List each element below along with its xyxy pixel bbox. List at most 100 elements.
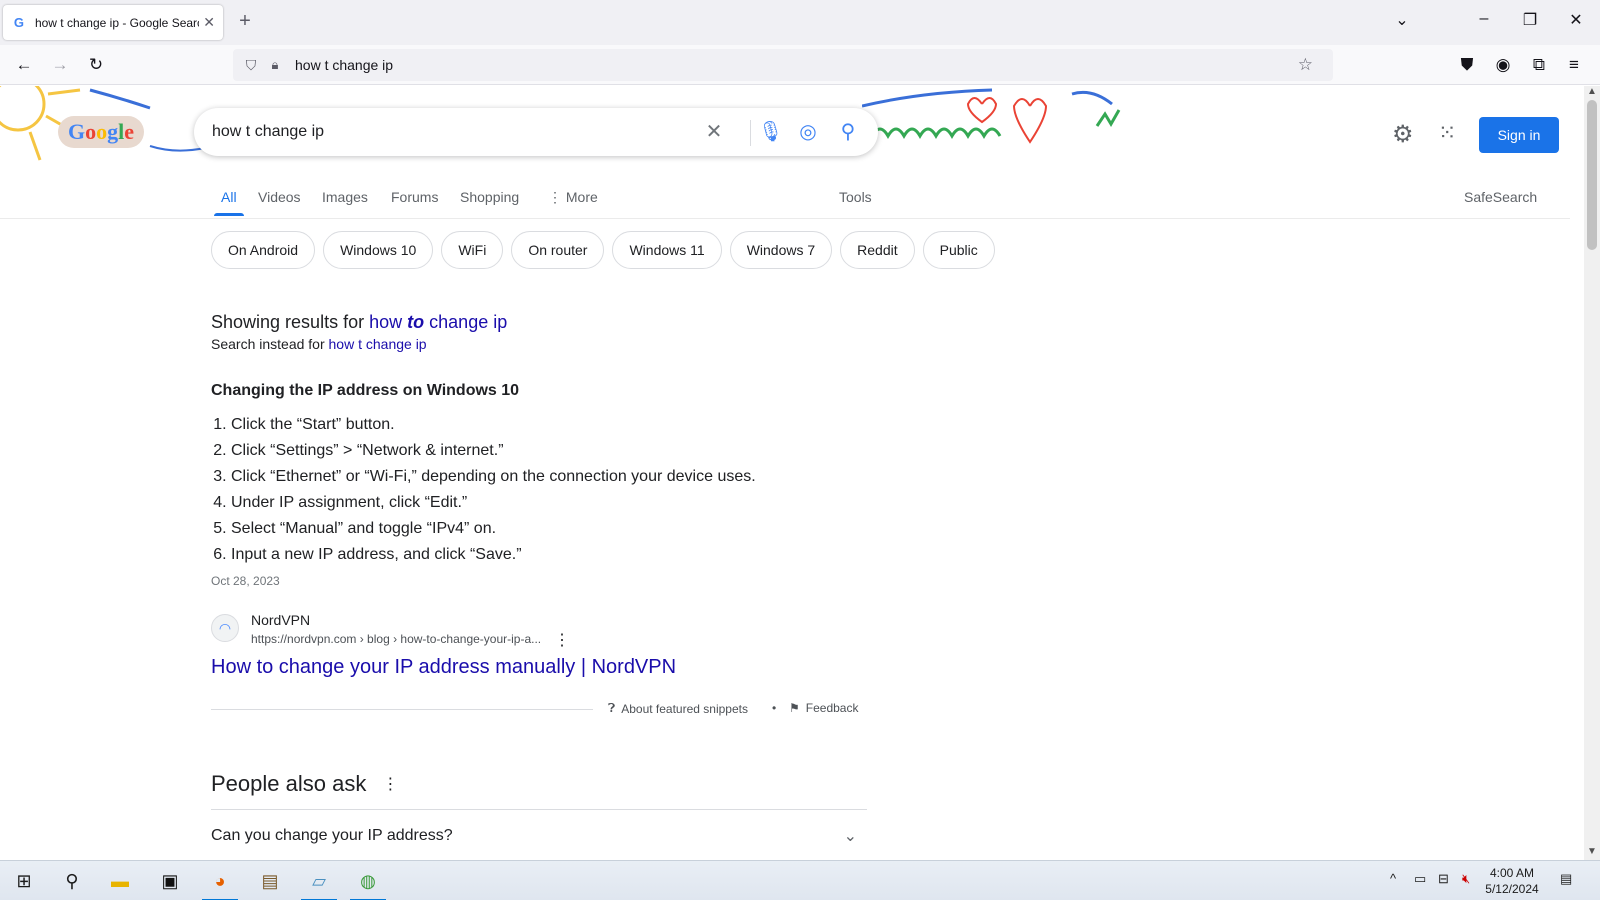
corrected-query-link[interactable]: how to change ip [369,312,507,332]
extensions-icon[interactable]: ⧉ [1527,53,1551,77]
minimize-icon[interactable]: – [1472,10,1496,28]
clock-time: 4:00 AM [1489,866,1535,880]
search-taskbar-icon[interactable]: ⚲ [54,867,90,895]
tab-all[interactable]: All [214,189,243,216]
chip-windows-7[interactable]: Windows 7 [729,231,833,269]
close-tab-icon[interactable]: ✕ [203,14,215,31]
address-bar[interactable]: ⛉ 🔒︎ how t change ip ☆ [233,49,1333,81]
feedback-link[interactable]: ⚑ Feedback [789,701,858,715]
page-scrollbar[interactable]: ▲ ▼ [1584,86,1600,860]
source-url[interactable]: https://nordvpn.com › blog › how-to-chan… [251,632,541,646]
pocket-icon[interactable]: ⛊ [1455,53,1479,77]
meet-now-icon[interactable]: ▭ [1414,871,1426,887]
tracking-shield-icon[interactable]: ⛉ [241,57,261,74]
tab-forums[interactable]: Forums [391,189,438,205]
chip-windows-11[interactable]: Windows 11 [612,231,722,269]
archive-app-icon[interactable]: ▤ [252,867,288,895]
paa-title: People also ask [211,771,367,796]
lock-icon[interactable]: 🔒︎ [267,57,283,73]
google-doodle-logo[interactable]: Google [58,116,144,148]
source-name[interactable]: NordVPN [251,612,310,628]
tray-chevron-icon[interactable]: ^ [1390,871,1396,886]
snippet-date: Oct 28, 2023 [211,574,280,588]
step-item: Click “Settings” > “Network & internet.” [231,438,867,464]
back-icon[interactable]: ← [12,53,36,77]
feedback-flag-icon: ⚑ [789,701,800,715]
microphone-icon[interactable]: 🎙︎ [758,120,783,144]
more-dots-icon: ⋮ [548,189,566,205]
volume-muted-icon[interactable]: 🔇︎ [1462,871,1470,887]
close-window-icon[interactable]: ✕ [1564,10,1588,30]
scroll-down-icon[interactable]: ▼ [1587,846,1597,857]
search-tabs: All Videos Images Forums Shopping ⋮ More… [0,185,1570,219]
clock-date: 5/12/2024 [1485,882,1539,896]
search-divider [750,120,751,146]
corrected-word-1: how [369,312,403,332]
more-options-icon[interactable]: ⋮ [554,630,570,650]
snippet-footer: ❓︎ About featured snippets • ⚑ Feedback [211,701,867,721]
network-app-icon[interactable]: ◍ [350,867,386,900]
chip-on-router[interactable]: On router [511,231,605,269]
chip-windows-10[interactable]: Windows 10 [323,231,434,269]
separator-dot: • [772,701,777,715]
nordvpn-favicon-icon: ◠ [211,614,239,642]
menu-icon[interactable]: ≡ [1562,53,1586,77]
about-snippets-link[interactable]: ❓︎ About featured snippets [608,701,748,716]
browser-window: { "browser": { "tab_title": "how t chang… [0,0,1600,900]
paa-question[interactable]: Can you change your IP address? ⌄ [211,809,867,861]
spelling-correction: Showing results for how to change ip [211,312,867,333]
original-query-link[interactable]: how t change ip [329,336,427,352]
taskbar-clock[interactable]: 4:00 AM 5/12/2024 [1480,865,1544,897]
account-icon[interactable]: ◉ [1491,53,1515,77]
instead-prefix: Search instead for [211,336,325,352]
step-item: Under IP assignment, click “Edit.” [231,490,867,516]
windows-start-icon[interactable]: ⊞ [6,867,42,895]
reload-icon[interactable]: ↻ [84,53,108,77]
network-status-icon[interactable]: ⊟ [1438,871,1449,887]
url-text[interactable]: how t change ip [295,57,393,73]
search-results: Showing results for how to change ip Sea… [211,312,867,861]
restore-icon[interactable]: ❐ [1518,10,1542,30]
search-icon[interactable]: ⚲ [836,120,860,144]
firefox-icon[interactable]: ◕ [202,867,238,900]
search-input[interactable]: how t change ip [212,123,692,141]
scroll-up-icon[interactable]: ▲ [1587,86,1597,97]
scroll-thumb[interactable] [1587,100,1597,250]
chip-wifi[interactable]: WiFi [441,231,504,269]
browser-tab[interactable]: G how t change ip - Google Search ✕ [3,5,223,40]
snippet-source[interactable]: ◠ NordVPN https://nordvpn.com › blog › h… [211,612,867,649]
step-item: Click the “Start” button. [231,412,867,438]
chevron-down-icon: ⌄ [843,827,857,845]
sign-in-button[interactable]: Sign in [1479,117,1559,153]
notepad-icon[interactable]: ▱ [301,867,337,900]
search-box[interactable]: how t change ip ✕ 🎙︎ ◎ ⚲ [194,108,878,156]
tab-shopping[interactable]: Shopping [460,189,519,205]
search-instead: Search instead for how t change ip [211,336,867,352]
safesearch-button[interactable]: SafeSearch [1464,189,1537,205]
file-explorer-icon[interactable]: ▬ [102,867,138,895]
about-label: About featured snippets [621,701,748,716]
terminal-icon[interactable]: ▣ [152,867,188,895]
step-item: Select “Manual” and toggle “IPv4” on. [231,516,867,542]
tab-videos[interactable]: Videos [258,189,301,205]
bookmark-star-icon[interactable]: ☆ [1298,55,1313,75]
people-also-ask-heading: People also ask ⋮ [211,771,867,797]
result-title-link[interactable]: How to change your IP address manually |… [211,656,867,679]
google-apps-icon[interactable]: ⁙ [1438,120,1456,146]
clear-search-icon[interactable]: ✕ [702,120,726,144]
tab-strip: G how t change ip - Google Search ✕ + ⌄ … [0,0,1600,45]
google-lens-icon[interactable]: ◎ [796,120,820,144]
corrected-word-2: to [407,312,425,332]
paa-more-icon[interactable]: ⋮ [382,774,398,794]
tools-button[interactable]: Tools [839,189,872,205]
list-all-tabs-icon[interactable]: ⌄ [1390,10,1414,30]
chip-reddit[interactable]: Reddit [840,231,915,269]
notifications-icon[interactable]: ▤ [1560,871,1572,887]
new-tab-button[interactable]: + [233,10,257,34]
chip-on-android[interactable]: On Android [211,231,316,269]
tab-more[interactable]: ⋮ More [548,189,598,206]
settings-gear-icon[interactable]: ⚙ [1392,120,1414,149]
chip-public[interactable]: Public [922,231,995,269]
forward-icon[interactable]: → [48,53,72,77]
tab-images[interactable]: Images [322,189,368,205]
